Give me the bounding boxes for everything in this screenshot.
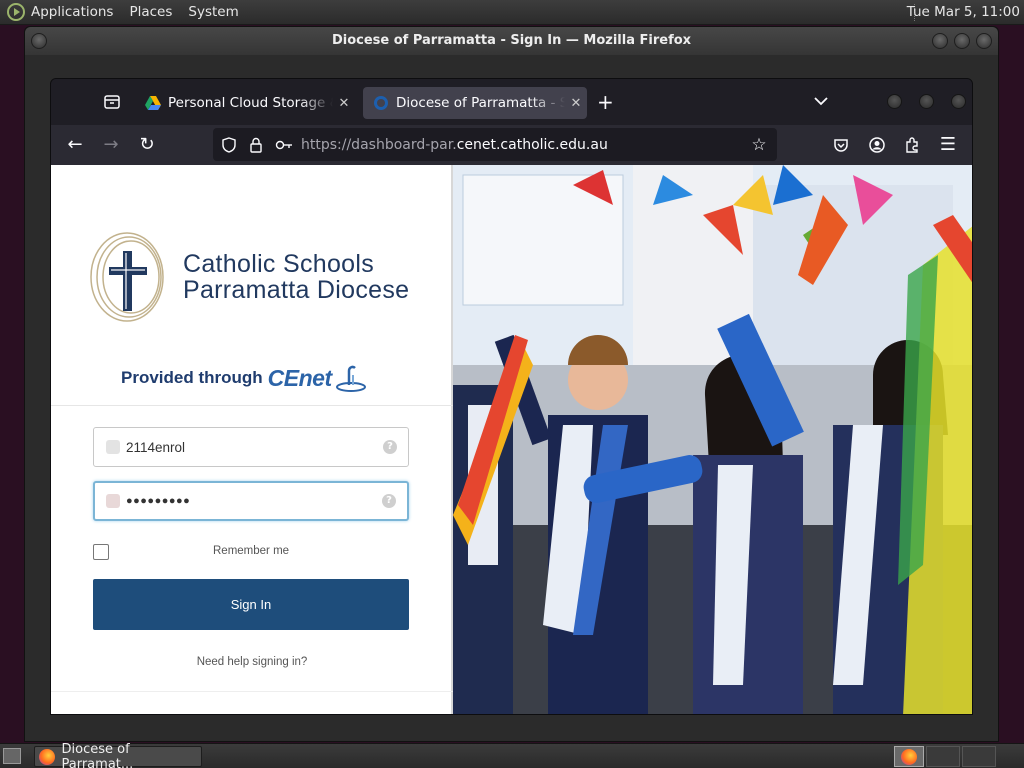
back-arrow-icon[interactable]: ← <box>64 134 86 156</box>
url-domain: cenet.catholic.edu.au <box>456 136 608 153</box>
window-title: Diocese of Parramatta - Sign In — Mozill… <box>331 33 692 48</box>
divider <box>51 405 453 406</box>
lock-icon[interactable] <box>249 137 263 153</box>
workspace-1[interactable] <box>894 746 924 767</box>
top-panel: Applications Places System Tue Mar 5, 11… <box>0 0 1024 25</box>
url-text: https://dashboard-par.cenet.catholic.edu… <box>301 137 608 153</box>
new-tab-icon[interactable]: + <box>597 90 614 114</box>
username-value[interactable]: 2114enrol <box>126 440 383 455</box>
bookmark-star-icon[interactable]: ☆ <box>745 135 773 155</box>
remember-me-label[interactable]: Remember me <box>213 545 289 557</box>
reload-icon[interactable]: ↻ <box>136 134 158 156</box>
forward-arrow-icon[interactable]: → <box>100 134 122 156</box>
cenet-logo-icon <box>335 365 366 392</box>
minimize-button[interactable] <box>932 33 948 49</box>
hamburger-menu-icon[interactable]: ☰ <box>937 134 959 156</box>
brand-line-2: Parramatta Diocese <box>183 276 410 304</box>
sign-in-panel: Catholic Schools Parramatta Diocese Prov… <box>51 165 453 714</box>
account-icon[interactable] <box>869 137 885 153</box>
tab-cloud-storage[interactable]: Personal Cloud Storage & File Sharing ✕ <box>135 87 355 119</box>
help-question-icon[interactable]: ? <box>382 494 396 508</box>
sign-in-button[interactable]: Sign In <box>93 579 409 630</box>
close-tab-icon[interactable]: ✕ <box>333 96 355 111</box>
divider <box>51 691 453 692</box>
cross-emblem-icon <box>90 232 164 322</box>
extensions-puzzle-icon[interactable] <box>904 136 921 153</box>
okta-icon <box>374 96 388 110</box>
brand-line-1: Catholic Schools <box>183 250 375 278</box>
shield-icon[interactable] <box>221 136 237 153</box>
password-value[interactable]: ●●●●●●●●● <box>126 495 382 507</box>
workspace-3[interactable] <box>962 746 996 767</box>
bottom-taskbar: Diocese of Parramat... <box>0 742 1024 768</box>
menu-system[interactable]: System <box>188 4 238 20</box>
close-tab-icon[interactable]: ✕ <box>565 96 587 111</box>
show-desktop-icon[interactable] <box>3 748 21 764</box>
firefox-view-icon[interactable] <box>103 93 121 111</box>
google-drive-icon <box>145 96 161 110</box>
tab-title: Diocese of Parramatta - Sign In <box>396 95 565 111</box>
panel-clock[interactable]: Tue Mar 5, 11:00 <box>907 4 1020 20</box>
menu-places[interactable]: Places <box>129 4 172 20</box>
remember-me-checkbox[interactable] <box>93 544 109 560</box>
maximize-button[interactable] <box>919 94 934 109</box>
close-window-button[interactable] <box>976 33 992 49</box>
brand-name: Catholic Schools Parramatta Diocese <box>183 251 409 303</box>
brand-logo: Catholic Schools Parramatta Diocese <box>89 231 409 323</box>
window-menu-button[interactable] <box>31 33 47 49</box>
provided-through: Provided through CEnet <box>121 363 367 393</box>
minimize-button[interactable] <box>887 94 902 109</box>
url-bar[interactable]: https://dashboard-par.cenet.catholic.edu… <box>213 128 777 161</box>
user-icon <box>106 440 120 454</box>
page-content: Catholic Schools Parramatta Diocese Prov… <box>51 165 972 714</box>
classroom-illustration <box>453 165 972 714</box>
taskbar-window-label: Diocese of Parramat... <box>61 741 134 768</box>
provided-label: Provided through <box>121 368 263 387</box>
navigation-toolbar: ← → ↻ https://dashboard-par.cenet.cathol… <box>51 125 972 165</box>
pocket-icon[interactable] <box>833 137 849 153</box>
need-help-link[interactable]: Need help signing in? <box>51 656 453 668</box>
cenet-logo-text: CEnet <box>267 364 332 391</box>
url-prefix: https://dashboard-par. <box>301 136 457 153</box>
password-field[interactable]: ●●●●●●●●● ? <box>93 481 409 521</box>
taskbar-window-firefox[interactable]: Diocese of Parramat... <box>34 742 202 768</box>
window-titlebar[interactable]: Diocese of Parramatta - Sign In — Mozill… <box>25 27 998 55</box>
list-all-tabs-icon[interactable] <box>813 95 829 107</box>
firefox-window: Personal Cloud Storage & File Sharing ✕ … <box>50 78 973 715</box>
tab-strip: Personal Cloud Storage & File Sharing ✕ … <box>51 79 972 125</box>
workspace-2[interactable] <box>926 746 960 767</box>
tab-title: Personal Cloud Storage & File Sharing <box>168 95 333 111</box>
classroom-photo <box>453 165 972 714</box>
lock-icon <box>106 494 120 508</box>
tab-diocese-sign-in[interactable]: Diocese of Parramatta - Sign In ✕ <box>363 87 587 119</box>
firefox-icon <box>39 748 55 765</box>
key-icon[interactable] <box>275 139 293 151</box>
username-field[interactable]: 2114enrol ? <box>93 427 409 467</box>
close-window-button[interactable] <box>951 94 966 109</box>
maximize-button[interactable] <box>954 33 970 49</box>
menu-applications[interactable]: Applications <box>31 4 113 20</box>
gnome-logo-icon[interactable] <box>7 3 25 21</box>
firefox-icon <box>901 748 917 765</box>
help-question-icon[interactable]: ? <box>383 440 397 454</box>
